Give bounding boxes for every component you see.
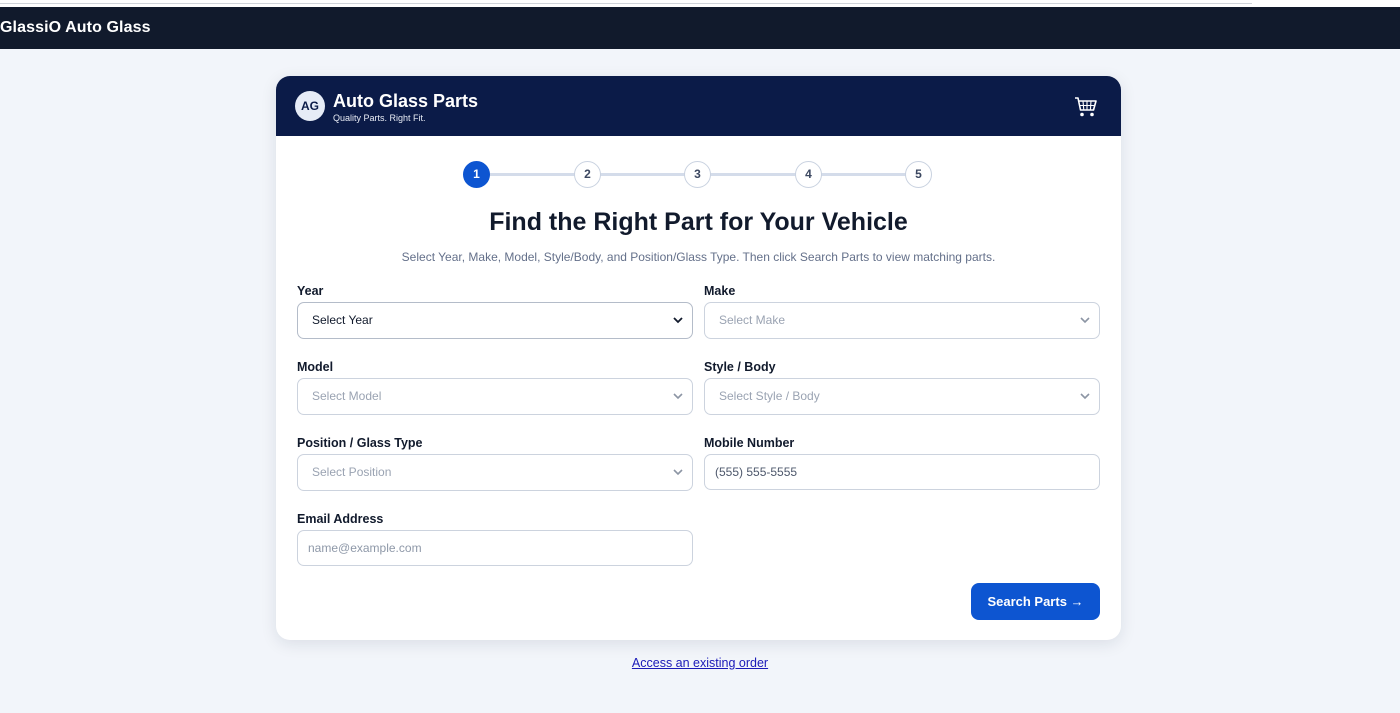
year-select[interactable]: Select Year [297,302,693,339]
existing-order-link[interactable]: Access an existing order [0,656,1400,670]
mobile-label: Mobile Number [704,436,795,450]
style-body-select[interactable]: Select Style / Body [704,378,1100,415]
email-input[interactable]: name@example.com [297,530,693,566]
step-2: 2 [574,161,601,188]
chevron-down-icon [673,393,683,400]
logo-badge: AG [295,91,325,121]
model-label: Model [297,360,334,374]
step-connector [489,173,575,176]
make-select-value: Select Make [719,313,786,327]
model-select-value: Select Model [312,389,382,403]
step-3: 3 [684,161,711,188]
browser-top-strip [0,0,1400,7]
chevron-down-icon [1080,317,1090,324]
brand-name[interactable]: GlassiO Auto Glass [0,19,151,37]
step-4: 4 [795,161,822,188]
card-header: AG Auto Glass Parts Quality Parts. Right… [276,76,1121,136]
card-title: Auto Glass Parts [333,91,479,111]
instructions-text: Select Year, Make, Model, Style/Body, an… [401,250,996,264]
step-1: 1 [463,161,490,188]
position-select-value: Select Position [312,465,392,479]
top-navbar: GlassiO Auto Glass [0,7,1400,49]
card-subtitle: Quality Parts. Right Fit. [333,113,426,123]
make-select[interactable]: Select Make [704,302,1100,339]
progress-stepper: 1 2 3 4 5 [463,160,934,190]
step-5: 5 [905,161,932,188]
cart-icon[interactable] [1074,96,1098,118]
model-select[interactable]: Select Model [297,378,693,415]
email-label: Email Address [297,512,384,526]
page-title: Find the Right Part for Your Vehicle [489,208,908,236]
step-connector [710,173,796,176]
style-body-select-value: Select Style / Body [719,389,820,403]
mobile-number-input[interactable]: (555) 555-5555 [704,454,1100,490]
position-select[interactable]: Select Position [297,454,693,491]
chevron-down-icon [673,317,683,324]
style-body-label: Style / Body [704,360,776,374]
parts-search-card: AG Auto Glass Parts Quality Parts. Right… [276,76,1121,640]
search-parts-button[interactable]: Search Parts → [971,583,1100,620]
position-label: Position / Glass Type [297,436,423,450]
step-connector [821,173,906,176]
make-label: Make [704,284,736,298]
step-connector [600,173,685,176]
year-label: Year [297,284,324,298]
chevron-down-icon [1080,393,1090,400]
chevron-down-icon [673,469,683,476]
year-select-value: Select Year [312,313,373,327]
